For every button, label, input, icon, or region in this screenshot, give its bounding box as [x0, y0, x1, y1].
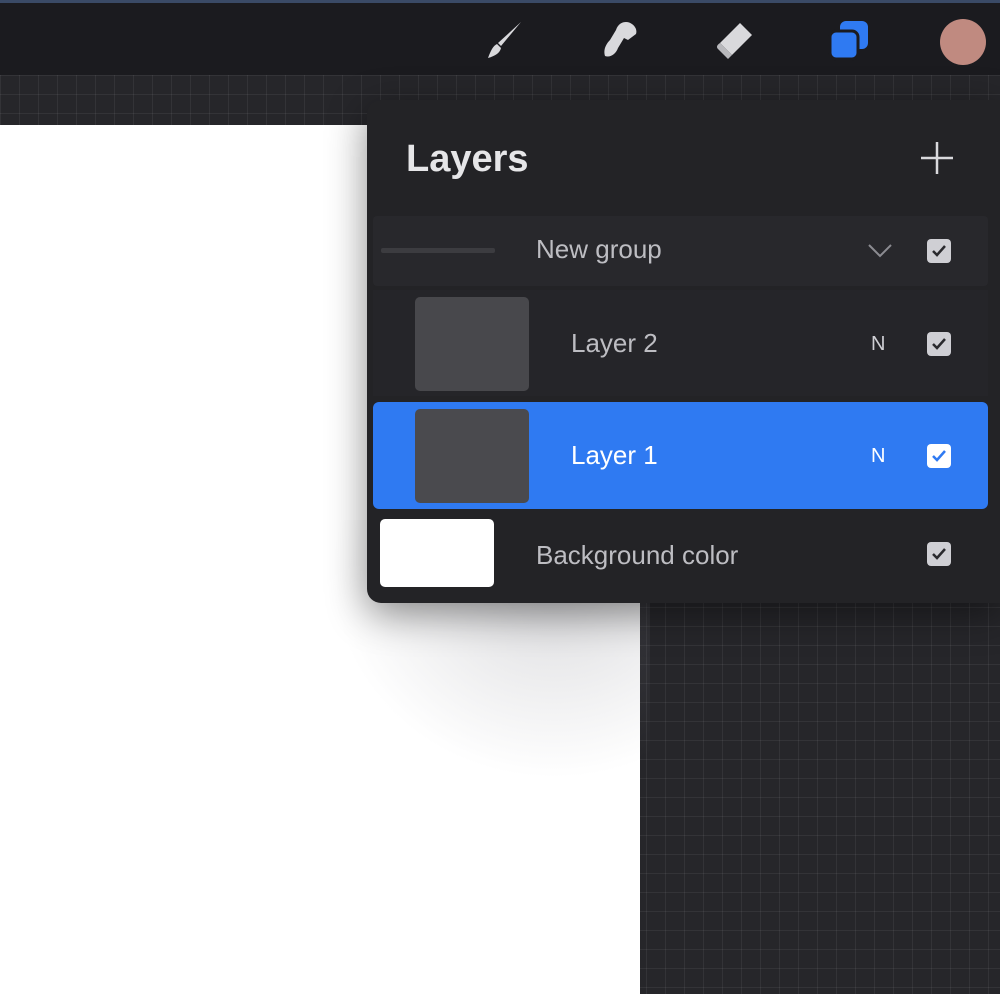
layer-row-layer-1[interactable]: Layer 1 N [373, 402, 988, 509]
layer-label: Layer 2 [571, 328, 658, 358]
background-color-row[interactable]: Background color [373, 514, 988, 594]
layer-group-row[interactable]: New group [373, 216, 988, 286]
top-toolbar [0, 3, 1000, 75]
layer-row-layer-2[interactable]: Layer 2 N [373, 290, 988, 396]
layer-thumbnail [415, 297, 529, 391]
layers-panel: Layers New group Layer 2 N Layer 1 N Bac… [367, 100, 1000, 603]
group-visibility-checkbox[interactable] [927, 239, 951, 263]
layer-thumbnail [415, 409, 529, 503]
panel-title: Layers [406, 138, 529, 180]
layer-visibility-checkbox[interactable] [927, 332, 951, 356]
checkmark-icon [932, 450, 946, 462]
layer-label: Layer 1 [571, 440, 658, 470]
plus-icon [921, 142, 953, 174]
smudge-tool-button[interactable] [595, 15, 645, 65]
smudge-icon [604, 22, 637, 57]
group-label: New group [536, 234, 662, 264]
chevron-down-icon [868, 244, 892, 258]
background-color-thumbnail[interactable] [380, 519, 494, 587]
background-visibility-checkbox[interactable] [927, 542, 951, 566]
layer-visibility-checkbox[interactable] [927, 444, 951, 468]
checkmark-icon [932, 245, 946, 257]
eraser-icon [716, 23, 752, 59]
current-color-swatch[interactable] [940, 19, 986, 65]
checkmark-icon [932, 338, 946, 350]
blend-mode-button[interactable]: N [871, 333, 885, 356]
brush-tool-button[interactable] [480, 15, 530, 65]
layers-tool-button[interactable] [824, 15, 874, 65]
checkmark-icon [932, 548, 946, 560]
collapse-group-button[interactable] [867, 238, 893, 264]
eraser-tool-button[interactable] [710, 15, 760, 65]
background-label: Background color [536, 540, 739, 570]
group-indicator [381, 248, 495, 253]
layers-icon [828, 21, 868, 61]
brush-icon [488, 22, 521, 58]
blend-mode-button[interactable]: N [871, 445, 885, 468]
add-layer-button[interactable] [917, 138, 957, 178]
